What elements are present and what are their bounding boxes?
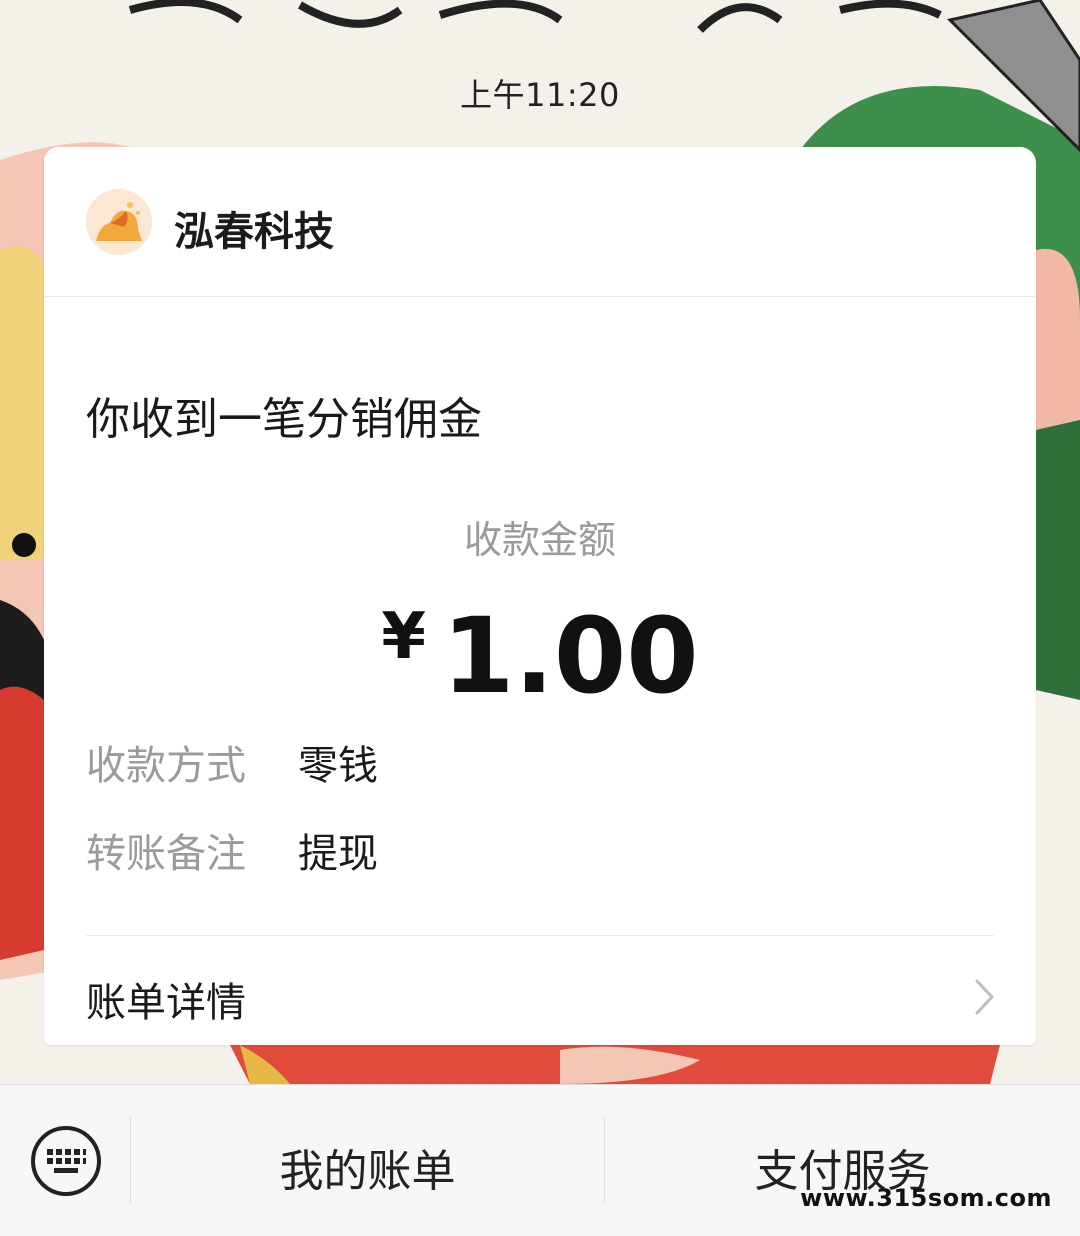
status-time: 上午11:20 <box>460 76 620 114</box>
transfer-note-value: 提现 <box>298 831 378 877</box>
payment-method-value: 零钱 <box>298 743 378 789</box>
transfer-note-row: 转账备注 提现 <box>86 821 378 879</box>
divider <box>44 296 1036 297</box>
payment-notification-card: 泓春科技 你收到一笔分销佣金 收款金额 ¥1.00 收款方式 零钱 转账备注 提现 … <box>44 147 1036 1045</box>
merchant-name: 泓春科技 <box>174 209 334 255</box>
tab-my-bills[interactable]: 我的账单 <box>131 1135 604 1199</box>
merchant-avatar <box>86 189 152 255</box>
amount-value: 1.00 <box>441 595 699 717</box>
bill-details-link[interactable]: 账单详情 <box>44 936 1036 1045</box>
amount: ¥1.00 <box>44 595 1036 717</box>
amount-label: 收款金额 <box>463 518 616 562</box>
message-title: 你收到一笔分销佣金 <box>86 394 482 445</box>
payment-method-label: 收款方式 <box>86 743 246 789</box>
payment-method-row: 收款方式 零钱 <box>86 733 378 791</box>
keyboard-icon[interactable] <box>30 1125 102 1197</box>
bill-details-label: 账单详情 <box>86 980 246 1026</box>
bottom-menu-bar: 我的账单 支付服务 <box>0 1084 1080 1236</box>
chevron-right-icon <box>975 979 994 1015</box>
watermark: www.315som.com <box>800 1184 1052 1212</box>
merchant-header[interactable]: 泓春科技 <box>44 147 1036 297</box>
currency-symbol: ¥ <box>381 600 426 674</box>
transfer-note-label: 转账备注 <box>86 831 246 877</box>
